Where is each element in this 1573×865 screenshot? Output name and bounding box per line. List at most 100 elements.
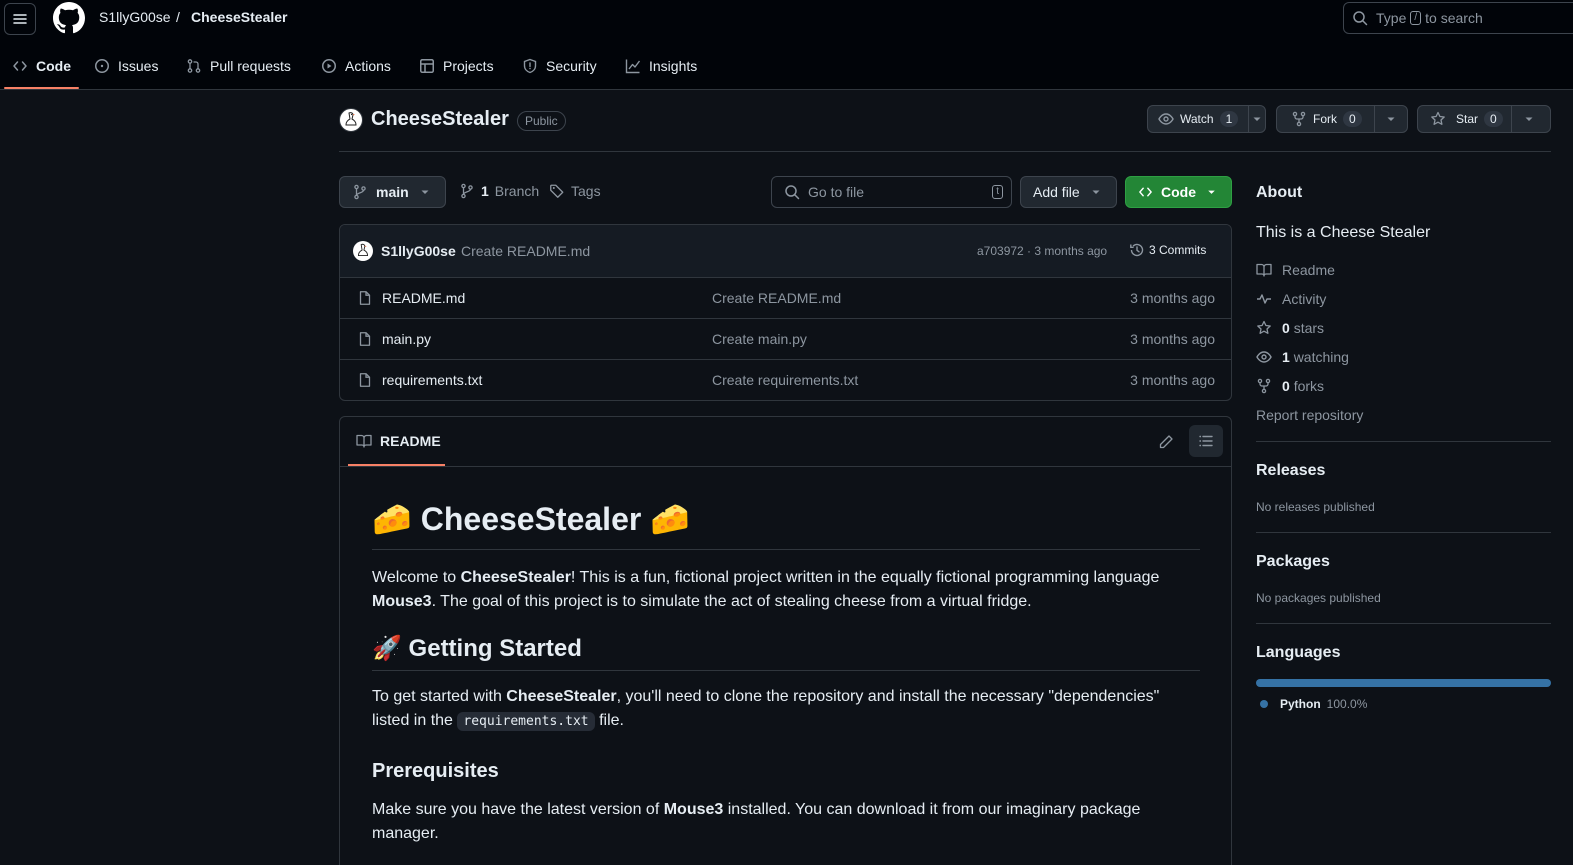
triangle-down-icon <box>1208 190 1215 194</box>
branch-select-button[interactable]: main <box>339 176 446 208</box>
book-icon <box>356 434 372 448</box>
file-commit-message[interactable]: Create README.md <box>712 290 841 306</box>
file-row[interactable]: main.py Create main.py 3 months ago <box>340 319 1231 360</box>
fork-button[interactable]: Fork 0 <box>1277 106 1375 132</box>
tab-label: Actions <box>345 58 391 74</box>
github-logo[interactable] <box>53 2 85 34</box>
readme-panel: README 🧀 CheeseStealer 🧀 Welcome to Chee… <box>339 416 1232 865</box>
repo-owner-avatar[interactable] <box>339 108 363 132</box>
commit-author-avatar[interactable] <box>353 241 373 261</box>
star-button[interactable]: Star 0 <box>1418 106 1512 132</box>
star-dropdown[interactable] <box>1512 106 1546 132</box>
readme-link[interactable]: Readme <box>1256 262 1335 278</box>
file-time: 3 months ago <box>1130 372 1215 388</box>
releases-heading[interactable]: Releases <box>1256 462 1325 480</box>
language-item-python[interactable]: Python 100.0% <box>1260 697 1367 711</box>
fork-dropdown[interactable] <box>1375 106 1407 132</box>
file-name[interactable]: main.py <box>382 331 431 347</box>
tab-label: Code <box>36 58 71 74</box>
menu-button[interactable] <box>4 3 36 35</box>
tab-security[interactable]: Security <box>522 53 597 79</box>
add-file-label: Add file <box>1033 184 1080 200</box>
watch-button[interactable]: Watch 1 <box>1148 106 1250 132</box>
triangle-down-icon <box>421 190 429 194</box>
file-row[interactable]: README.md Create README.md 3 months ago <box>340 278 1231 319</box>
go-to-file-input[interactable]: Go to file t <box>771 176 1012 208</box>
goose-avatar-icon <box>357 243 369 256</box>
table-icon <box>420 59 434 73</box>
breadcrumb-repo[interactable]: CheeseStealer <box>191 9 288 25</box>
language-bar-python <box>1256 679 1551 687</box>
tab-code[interactable]: Code <box>12 53 71 79</box>
divider <box>1256 532 1551 533</box>
pencil-icon <box>1159 435 1173 449</box>
divider <box>1256 441 1551 442</box>
tab-projects[interactable]: Projects <box>419 53 494 79</box>
commit-message[interactable]: Create README.md <box>461 243 590 259</box>
eye-icon <box>1158 113 1174 125</box>
tab-actions[interactable]: Actions <box>321 53 391 79</box>
language-name: Python <box>1280 697 1321 711</box>
readme-tab[interactable]: README <box>356 433 441 449</box>
commits-link[interactable]: 3 Commits <box>1129 242 1206 258</box>
github-mark-icon <box>53 2 85 34</box>
goose-avatar-icon <box>341 110 361 130</box>
play-icon <box>322 59 336 73</box>
tab-label: Insights <box>649 58 698 74</box>
code-button[interactable]: Code <box>1125 176 1232 208</box>
readme-tab-underline <box>348 464 445 466</box>
packages-heading[interactable]: Packages <box>1256 553 1330 571</box>
global-search[interactable]: Type / to search <box>1343 2 1573 34</box>
star-label: Star <box>1456 112 1479 126</box>
file-commit-message[interactable]: Create main.py <box>712 331 807 347</box>
file-name[interactable]: README.md <box>382 290 465 306</box>
language-percent: 100.0% <box>1326 697 1368 711</box>
repo-description: This is a Cheese Stealer <box>1256 224 1431 241</box>
search-icon <box>785 185 800 200</box>
outline-button[interactable] <box>1189 425 1223 457</box>
tab-insights[interactable]: Insights <box>625 53 697 79</box>
watch-dropdown[interactable] <box>1249 106 1265 132</box>
branch-count: 1 <box>481 183 489 199</box>
global-header: S1llyG00se / CheeseStealer Type / to sea… <box>0 0 1573 90</box>
edit-readme-button[interactable] <box>1158 434 1174 450</box>
branches-link[interactable]: 1 Branch <box>459 183 539 199</box>
code-icon <box>13 61 27 71</box>
tab-issues[interactable]: Issues <box>94 53 158 79</box>
forks-link[interactable]: 0 forks <box>1256 378 1324 394</box>
file-row[interactable]: requirements.txt Create requirements.txt… <box>340 360 1231 400</box>
latest-commit-bar: S1llyG00se Create README.md a703972 · 3 … <box>340 225 1231 278</box>
fork-button-group: Fork 0 <box>1276 105 1408 133</box>
readme-paragraph-1: Welcome to CheeseStealer! This is a fun,… <box>372 569 1160 610</box>
releases-text: No releases published <box>1256 500 1375 514</box>
repo-title[interactable]: CheeseStealer <box>371 108 509 131</box>
code-label: Code <box>1161 184 1196 200</box>
readme-h2: 🚀 Getting Started <box>372 634 1200 671</box>
stars-link[interactable]: 0 stars <box>1256 320 1324 336</box>
commit-meta[interactable]: a703972 · 3 months ago <box>977 244 1107 258</box>
watching-link[interactable]: 1 watching <box>1256 349 1349 365</box>
report-repository-link[interactable]: Report repository <box>1256 407 1363 423</box>
activity-link[interactable]: Activity <box>1256 291 1326 307</box>
tab-label: Security <box>546 58 597 74</box>
language-bar <box>1256 679 1551 687</box>
tags-link[interactable]: Tags <box>549 183 601 199</box>
branch-name: main <box>376 184 409 200</box>
tab-label: Projects <box>443 58 494 74</box>
readme-paragraph-2: To get started with CheeseStealer, you'l… <box>372 688 1160 731</box>
book-icon <box>1256 263 1272 277</box>
file-time: 3 months ago <box>1130 290 1215 306</box>
file-icon <box>359 291 371 305</box>
git-pull-request-icon <box>187 59 201 73</box>
file-name[interactable]: requirements.txt <box>382 372 482 388</box>
tab-pull-requests[interactable]: Pull requests <box>186 53 291 79</box>
code-icon <box>1139 187 1152 197</box>
list-unordered-icon <box>1199 435 1213 447</box>
commit-author[interactable]: S1llyG00se <box>381 243 456 259</box>
breadcrumb-owner[interactable]: S1llyG00se <box>99 9 171 25</box>
fork-count: 0 <box>1343 111 1362 127</box>
add-file-button[interactable]: Add file <box>1020 176 1117 208</box>
star-icon <box>1257 320 1271 334</box>
search-shortcut-key: / <box>1410 11 1422 25</box>
file-commit-message[interactable]: Create requirements.txt <box>712 372 858 388</box>
